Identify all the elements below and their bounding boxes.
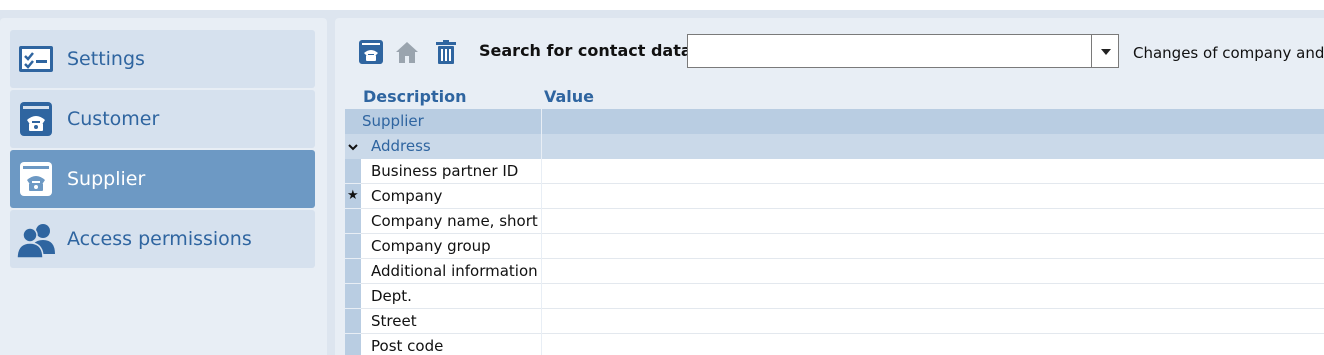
row-gutter	[345, 334, 361, 355]
sidebar-item-label: Supplier	[67, 168, 146, 190]
table-row[interactable]: Post code	[345, 334, 1324, 355]
table-row[interactable]: Street	[345, 309, 1324, 334]
sidebar-item-access-permissions[interactable]: Access permissions	[10, 210, 315, 268]
row-gutter: ★	[345, 184, 361, 209]
sidebar-item-label: Access permissions	[67, 228, 252, 250]
property-grid: Supplier Address Business partner ID ★ Com…	[345, 109, 1324, 355]
users-icon	[17, 224, 55, 258]
sidebar-item-label: Customer	[67, 108, 160, 130]
phone-card-icon	[20, 162, 52, 196]
column-header-value[interactable]: Value	[544, 87, 594, 106]
table-row[interactable]: Dept.	[345, 284, 1324, 309]
row-value-cell[interactable]	[542, 259, 1324, 284]
row-description: Business partner ID	[361, 159, 541, 184]
sidebar: Settings Customer Supplier Access permis…	[0, 18, 327, 355]
search-input[interactable]	[687, 34, 1091, 68]
changes-text: Changes of company and	[1133, 44, 1324, 62]
subgroup-value-cell	[542, 134, 1324, 159]
data-rows: Business partner ID ★ Company Company name,…	[345, 159, 1324, 355]
search-dropdown-button[interactable]	[1091, 34, 1119, 68]
group-row-address[interactable]: Address	[345, 134, 1324, 159]
column-header-description[interactable]: Description	[363, 87, 466, 106]
row-value-cell[interactable]	[542, 184, 1324, 209]
main-panel: Search for contact data Changes of compa…	[335, 18, 1324, 355]
row-description: Dept.	[361, 284, 541, 309]
row-gutter	[345, 259, 361, 284]
top-bar	[0, 0, 1324, 10]
group-row-supplier[interactable]: Supplier	[345, 109, 1324, 134]
row-description: Company	[361, 184, 541, 209]
row-gutter	[345, 234, 361, 259]
sidebar-item-settings[interactable]: Settings	[10, 30, 315, 88]
required-star-icon: ★	[347, 188, 359, 203]
phone-card-icon	[20, 102, 52, 136]
row-description: Company group	[361, 234, 541, 259]
row-gutter	[345, 284, 361, 309]
group-label: Supplier	[345, 109, 541, 134]
phone-card-icon[interactable]	[358, 39, 384, 65]
row-value-cell[interactable]	[542, 284, 1324, 309]
table-row[interactable]: Business partner ID	[345, 159, 1324, 184]
table-row[interactable]: Additional information	[345, 259, 1324, 284]
trash-icon[interactable]	[433, 39, 459, 65]
home-icon[interactable]	[394, 39, 420, 65]
chevron-down-icon[interactable]	[348, 142, 358, 152]
sidebar-item-supplier[interactable]: Supplier	[10, 150, 315, 208]
row-value-cell[interactable]	[542, 209, 1324, 234]
row-gutter	[345, 159, 361, 184]
sidebar-item-label: Settings	[67, 48, 145, 70]
row-value-cell[interactable]	[542, 159, 1324, 184]
row-value-cell[interactable]	[542, 309, 1324, 334]
subgroup-label: Address	[361, 134, 541, 159]
table-row[interactable]: Company name, short	[345, 209, 1324, 234]
row-gutter	[345, 209, 361, 234]
sidebar-item-customer[interactable]: Customer	[10, 90, 315, 148]
group-value-cell	[542, 109, 1324, 134]
table-row[interactable]: ★ Company	[345, 184, 1324, 209]
row-description: Post code	[361, 334, 541, 355]
row-description: Company name, short	[361, 209, 541, 234]
row-description: Street	[361, 309, 541, 334]
table-row[interactable]: Company group	[345, 234, 1324, 259]
row-value-cell[interactable]	[542, 334, 1324, 355]
row-gutter	[345, 309, 361, 334]
row-description: Additional information	[361, 259, 541, 284]
settings-checklist-icon	[19, 46, 53, 72]
row-value-cell[interactable]	[542, 234, 1324, 259]
search-label: Search for contact data	[479, 41, 692, 60]
